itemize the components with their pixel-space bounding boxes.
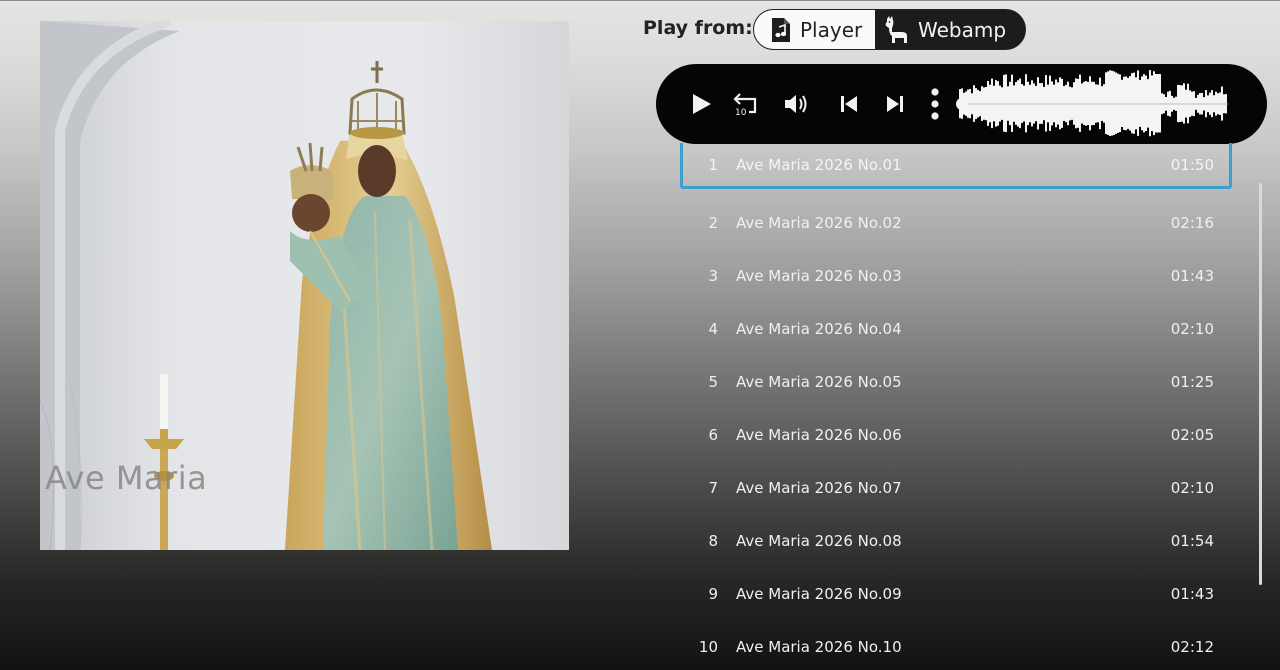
previous-track-button[interactable]: [832, 64, 866, 144]
playlist-track-row[interactable]: 8 Ave Maria 2026 No.08 01:54: [680, 521, 1232, 561]
track-duration: 01:50: [1170, 155, 1214, 174]
track-title: Ave Maria 2026 No.04: [736, 320, 902, 338]
llama-icon: [883, 15, 909, 44]
play-from-player-label: Player: [800, 17, 863, 42]
track-number: 6: [708, 426, 718, 444]
top-border: [0, 0, 1280, 1]
track-title: Ave Maria 2026 No.09: [736, 585, 902, 603]
track-duration: 02:16: [1170, 214, 1214, 232]
playlist-track-row[interactable]: 4 Ave Maria 2026 No.04 02:10: [680, 309, 1232, 349]
track-number: 3: [708, 267, 718, 285]
track-title: Ave Maria 2026 No.02: [736, 214, 902, 232]
player-bar: 10: [656, 64, 1267, 144]
replay-10-icon: 10: [733, 93, 757, 117]
track-number: 2: [708, 214, 718, 232]
playlist-track-row[interactable]: 3 Ave Maria 2026 No.03 01:43: [680, 256, 1232, 296]
more-options-button[interactable]: [922, 64, 948, 144]
playlist-track-row[interactable]: 7 Ave Maria 2026 No.07 02:10: [680, 468, 1232, 508]
playlist-track-row[interactable]: 6 Ave Maria 2026 No.06 02:05: [680, 415, 1232, 455]
play-from-webamp-option[interactable]: Webamp: [875, 10, 1025, 49]
playlist-track-row[interactable]: 1 Ave Maria 2026 No.01 01:50: [680, 143, 1232, 189]
track-title: Ave Maria 2026 No.03: [736, 267, 902, 285]
track-number: 4: [708, 320, 718, 338]
playlist-track-row[interactable]: 10 Ave Maria 2026 No.10 02:12: [680, 627, 1232, 667]
next-track-icon: [887, 96, 903, 112]
track-number: 1: [708, 155, 718, 174]
playlist-track-row[interactable]: 2 Ave Maria 2026 No.02 02:16: [680, 203, 1232, 243]
track-title: Ave Maria 2026 No.08: [736, 532, 902, 550]
play-from-player-option[interactable]: Player: [754, 10, 875, 49]
play-icon: [693, 94, 711, 114]
track-duration: 02:05: [1170, 426, 1214, 444]
track-title: Ave Maria 2026 No.06: [736, 426, 902, 444]
more-vertical-icon: [931, 88, 939, 120]
replay-10-seconds-label: 10: [735, 108, 747, 117]
play-from-switch: Player Webamp: [753, 9, 1026, 50]
cover-title-text: Ave Maria: [45, 459, 208, 497]
track-number: 9: [708, 585, 718, 603]
playlist-track-row[interactable]: 9 Ave Maria 2026 No.09 01:43: [680, 574, 1232, 614]
previous-track-icon: [841, 96, 857, 112]
seek-handle[interactable]: [956, 98, 968, 110]
track-number: 10: [698, 638, 718, 656]
waveform-seekbar[interactable]: [956, 68, 1234, 140]
playlist-track-row[interactable]: 5 Ave Maria 2026 No.05 01:25: [680, 362, 1232, 402]
track-duration: 02:10: [1170, 479, 1214, 497]
volume-icon: [785, 95, 807, 113]
track-number: 8: [708, 532, 718, 550]
track-title: Ave Maria 2026 No.10: [736, 638, 902, 656]
play-button[interactable]: [684, 64, 718, 144]
track-duration: 01:43: [1170, 585, 1214, 603]
track-duration: 02:10: [1170, 320, 1214, 338]
track-number: 7: [708, 479, 718, 497]
album-cover: Ave Maria: [40, 21, 569, 550]
track-number: 5: [708, 373, 718, 391]
track-duration: 01:25: [1170, 373, 1214, 391]
track-duration: 02:12: [1170, 638, 1214, 656]
volume-button[interactable]: [778, 64, 816, 144]
track-title: Ave Maria 2026 No.01: [736, 155, 902, 174]
play-from-webamp-label: Webamp: [918, 17, 1007, 42]
playlist-scrollbar[interactable]: [1259, 183, 1262, 585]
next-track-button[interactable]: [878, 64, 912, 144]
play-from-label: Play from:: [643, 17, 753, 39]
replay-10-button[interactable]: 10: [728, 64, 764, 144]
track-duration: 01:43: [1170, 267, 1214, 285]
music-file-icon: [770, 17, 792, 43]
track-duration: 01:54: [1170, 532, 1214, 550]
track-title: Ave Maria 2026 No.05: [736, 373, 902, 391]
track-title: Ave Maria 2026 No.07: [736, 479, 902, 497]
